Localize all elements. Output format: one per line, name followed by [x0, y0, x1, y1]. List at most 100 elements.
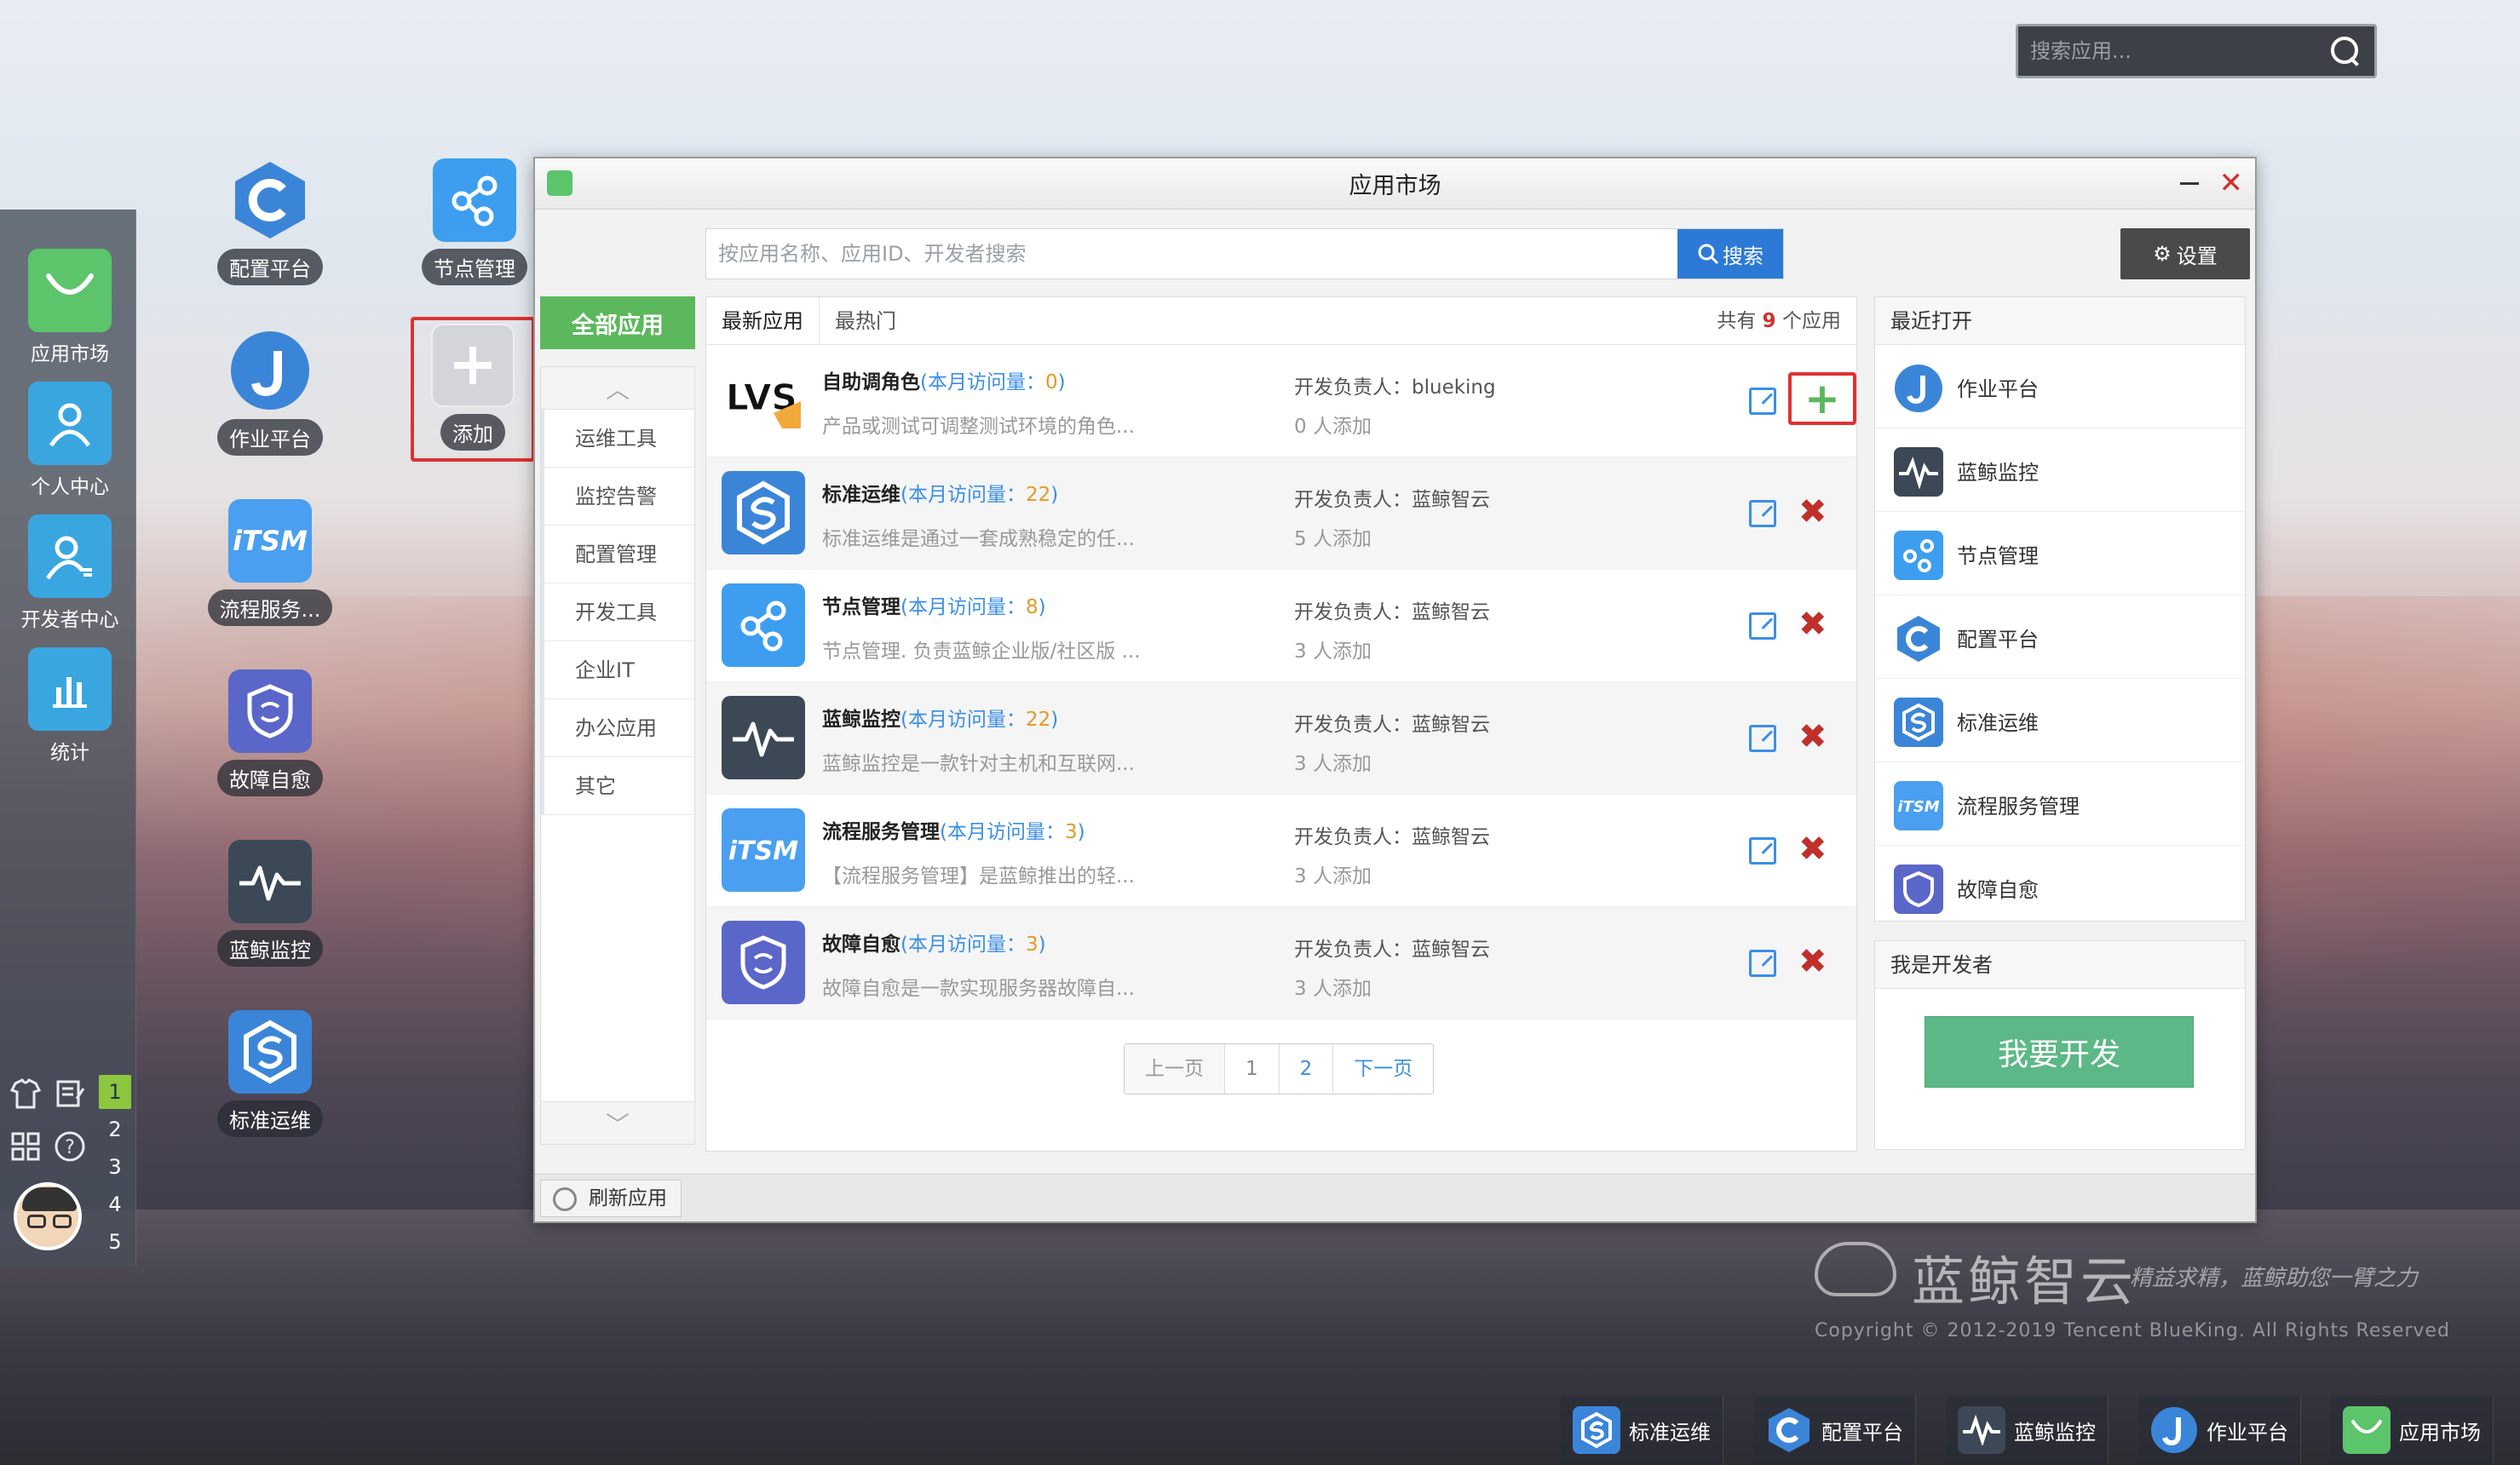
app-title[interactable]: 自助调角色(本月访问量：0): [822, 365, 1066, 394]
workspace-4[interactable]: 4: [99, 1187, 131, 1221]
brand-watermark: 蓝鲸智云 精益求精，蓝鲸助您一臂之力 Copyright © 2012-2019…: [1815, 1238, 2462, 1358]
app-title[interactable]: 蓝鲸监控(本月访问量：22): [822, 703, 1058, 732]
node-graph-icon: [433, 158, 516, 242]
open-external-icon[interactable]: [1749, 388, 1776, 415]
remove-app-icon[interactable]: ✖: [1798, 830, 1827, 868]
category-item[interactable]: 办公应用: [541, 699, 694, 757]
open-external-icon[interactable]: [1749, 725, 1776, 752]
chevron-down-icon[interactable]: ﹀: [541, 1101, 694, 1144]
category-item[interactable]: 监控告警: [541, 468, 694, 526]
taskbar-item[interactable]: 作业平台: [2138, 1395, 2301, 1465]
desktop-app-config-platform[interactable]: 配置平台: [198, 158, 342, 285]
recent-item[interactable]: 节点管理: [1875, 512, 2245, 595]
desktop-app-bk-monitor[interactable]: 蓝鲸监控: [198, 840, 342, 967]
notes-icon[interactable]: [53, 1077, 87, 1111]
remove-app-icon[interactable]: ✖: [1798, 606, 1827, 643]
page-2-button[interactable]: 2: [1280, 1044, 1334, 1094]
workspace-2[interactable]: 2: [99, 1112, 131, 1146]
minimize-icon[interactable]: [2180, 182, 2199, 185]
prev-page-button[interactable]: 上一页: [1125, 1044, 1225, 1094]
market-search-button[interactable]: 搜索: [1677, 229, 1783, 279]
category-item[interactable]: 其它: [541, 757, 694, 815]
remove-app-icon[interactable]: ✖: [1798, 718, 1827, 755]
remove-app-icon[interactable]: ✖: [1798, 493, 1827, 531]
add-app-button[interactable]: +: [1788, 372, 1856, 425]
category-item[interactable]: 运维工具: [541, 410, 694, 468]
visits-count: 22: [1025, 484, 1051, 506]
dock-item-personal-center[interactable]: 个人中心: [15, 382, 124, 499]
desktop-app-job-platform[interactable]: 作业平台: [198, 329, 342, 456]
app-list-panel: 最新应用 最热门 共有 9 个应用 LVS 自助调角色(本月访问量：0) 产品或…: [705, 296, 1857, 1152]
category-item[interactable]: 配置管理: [541, 526, 694, 583]
dock-item-label: 应用市场: [31, 343, 109, 365]
search-icon[interactable]: [2328, 34, 2362, 68]
pagination: 上一页 1 2 下一页: [1124, 1043, 1435, 1094]
page-1-button[interactable]: 1: [1225, 1044, 1280, 1094]
app-title[interactable]: 流程服务管理(本月访问量：3): [822, 815, 1085, 844]
workspace-1[interactable]: 1: [99, 1075, 131, 1109]
itsm-icon: iTSM: [1894, 781, 1943, 830]
tab-hottest[interactable]: 最热门: [820, 297, 912, 344]
taskbar-item[interactable]: 应用市场: [2331, 1395, 2494, 1465]
dock-item-developer-center[interactable]: 开发者中心: [15, 514, 124, 632]
desktop-app-label: 节点管理: [422, 249, 527, 285]
taskbar-item-label: 标准运维: [1629, 1420, 1711, 1445]
avatar[interactable]: [14, 1182, 82, 1250]
taskbar-item-label: 应用市场: [2399, 1420, 2481, 1445]
app-title[interactable]: 标准运维(本月访问量：22): [822, 478, 1058, 507]
tab-newest[interactable]: 最新应用: [706, 297, 820, 344]
settings-button[interactable]: ⚙ 设置: [2120, 228, 2250, 279]
open-external-icon[interactable]: [1749, 500, 1776, 527]
desktop-search-box[interactable]: [2016, 24, 2377, 78]
theme-shirt-icon[interactable]: [9, 1077, 43, 1111]
app-title[interactable]: 节点管理(本月访问量：8): [822, 590, 1046, 619]
taskbar-item[interactable]: 蓝鲸监控: [1946, 1395, 2109, 1465]
recent-item[interactable]: 标准运维: [1875, 679, 2245, 762]
category-item[interactable]: 企业IT: [541, 641, 694, 699]
open-external-icon[interactable]: [1749, 837, 1776, 865]
desktop-app-label: 流程服务...: [207, 589, 333, 626]
dock-item-app-market[interactable]: 应用市场: [15, 249, 124, 366]
desktop-app-standard-ops[interactable]: 标准运维: [198, 1010, 342, 1137]
desktop-search-input[interactable]: [2030, 39, 2328, 63]
start-developing-button[interactable]: 我要开发: [1925, 1016, 2194, 1088]
desktop-app-node-management[interactable]: 节点管理: [402, 158, 547, 285]
market-search-input[interactable]: [706, 229, 1677, 279]
visits-count: 8: [1025, 596, 1038, 618]
recent-item[interactable]: 蓝鲸监控: [1875, 428, 2245, 512]
app-title[interactable]: 故障自愈(本月访问量：3): [822, 928, 1046, 957]
window-titlebar[interactable]: 应用市场 ✕: [535, 158, 2255, 210]
workspace-3[interactable]: 3: [99, 1150, 131, 1184]
open-external-icon[interactable]: [1749, 612, 1776, 640]
taskbar-item[interactable]: 配置平台: [1753, 1395, 1916, 1465]
taskbar-item[interactable]: 标准运维: [1561, 1395, 1723, 1465]
app-count: 共有 9 个应用: [1717, 297, 1841, 345]
itsm-icon: iTSM: [228, 499, 312, 583]
app-market-logo-icon: [547, 170, 572, 196]
settings-button-label: 设置: [2176, 244, 2218, 268]
workspace-5[interactable]: 5: [99, 1225, 131, 1259]
app-row: 节点管理(本月访问量：8) 节点管理. 负责蓝鲸企业版/社区版 ... 开发负责…: [706, 570, 1856, 682]
desktop-app-itsm[interactable]: iTSM 流程服务...: [198, 499, 342, 626]
grid-apps-icon[interactable]: [9, 1129, 43, 1163]
visits-label: 本月访问量：: [927, 371, 1045, 394]
pulse-icon: [722, 696, 805, 779]
visits-label: 本月访问量：: [907, 709, 1026, 731]
recent-item[interactable]: 故障自愈: [1875, 846, 2245, 929]
close-icon[interactable]: ✕: [2219, 169, 2244, 198]
category-item[interactable]: 开发工具: [541, 583, 694, 641]
recent-item[interactable]: 作业平台: [1875, 345, 2245, 428]
help-icon[interactable]: ?: [53, 1129, 87, 1163]
desktop-app-fault-healing[interactable]: 故障自愈: [198, 669, 342, 796]
chevron-up-icon[interactable]: ︿: [541, 367, 694, 410]
recent-item[interactable]: iTSM 流程服务管理: [1875, 762, 2245, 846]
c-logo-icon: [1765, 1406, 1813, 1454]
category-all[interactable]: 全部应用: [540, 296, 695, 349]
lvs-logo-icon: LVS: [722, 359, 805, 442]
dock-item-statistics[interactable]: 统计: [15, 647, 124, 765]
open-external-icon[interactable]: [1749, 950, 1776, 977]
next-page-button[interactable]: 下一页: [1333, 1044, 1433, 1094]
remove-app-icon[interactable]: ✖: [1798, 943, 1827, 980]
refresh-apps-button[interactable]: 刷新应用: [540, 1180, 682, 1217]
recent-item[interactable]: 配置平台: [1875, 595, 2245, 679]
